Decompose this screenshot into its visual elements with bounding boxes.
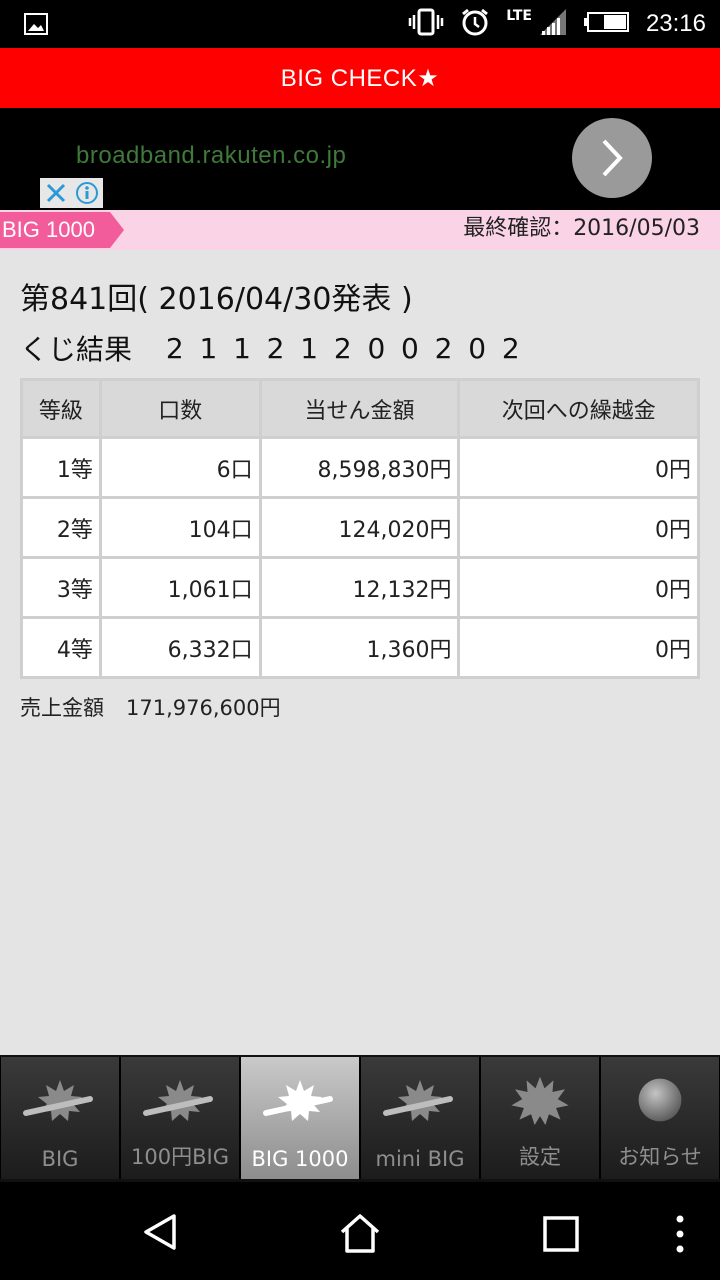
lottery-result: くじ結果 2 1 1 2 1 2 0 0 2 0 2 [20,328,528,368]
tab-label: 100円BIG [131,1145,229,1169]
network-type: LTE [506,8,532,24]
ad-choices[interactable] [40,178,103,208]
tab-big[interactable]: BIG [0,1057,120,1179]
game-type-label: BIG 1000 [0,212,124,248]
starburst-ball-icon [263,1080,333,1121]
cell-winners: 6,332口 [101,619,259,676]
ad-close-icon[interactable] [40,178,71,208]
sales-total: 売上金額 171,976,600円 [20,692,281,722]
cell-prize-amount: 8,598,830円 [261,439,458,496]
table-row: 4等 6,332口 1,360円 0円 [23,619,697,676]
signal-icon [538,8,568,40]
tab-label: mini BIG [375,1147,465,1171]
system-nav-bar [0,1182,720,1280]
chevron-right-icon [602,139,623,177]
cell-grade: 1等 [23,439,99,496]
cell-carryover: 0円 [460,559,697,616]
sales-value: 171,976,600円 [126,696,281,720]
ad-url[interactable]: broadband.rakuten.co.jp [76,142,346,170]
tab-notices[interactable]: お知らせ [600,1057,720,1179]
cell-grade: 2等 [23,499,99,556]
ad-open-button[interactable] [572,118,652,198]
result-number: 0 [401,331,419,365]
cell-prize-amount: 124,020円 [261,499,458,556]
starburst-ball-icon [383,1080,453,1121]
header-carryover: 次回への繰越金 [460,381,697,436]
tab-big-1000[interactable]: BIG 1000 [240,1057,360,1179]
header-winners: 口数 [101,381,259,436]
result-number: 2 [434,331,453,365]
header-grade: 等級 [23,381,99,436]
draw-title: 第841回( 2016/04/30発表 ) [20,282,413,317]
table-row: 1等 6口 8,598,830円 0円 [23,439,697,496]
cell-prize-amount: 12,132円 [261,559,458,616]
tab-100yen-big[interactable]: 100円BIG [120,1057,240,1179]
image-notification-icon [24,12,48,40]
recents-icon[interactable] [543,1216,579,1256]
tab-settings[interactable]: 設定 [480,1057,600,1179]
result-number: 1 [199,331,218,365]
ball-icon [638,1078,682,1122]
ad-banner[interactable]: broadband.rakuten.co.jp [0,108,720,210]
alarm-icon [460,7,490,41]
cell-grade: 4等 [23,619,99,676]
tab-label: BIG [41,1147,79,1171]
cell-winners: 6口 [101,439,259,496]
result-number: 2 [333,331,352,365]
result-number: 0 [367,331,386,365]
back-icon[interactable] [140,1212,180,1256]
table-row: 3等 1,061口 12,132円 0円 [23,559,697,616]
status-bar: LTE 23:16 [0,0,720,48]
tab-label: 設定 [519,1145,561,1169]
vibrate-icon [408,8,444,40]
starburst-ball-icon [23,1080,93,1121]
more-icon[interactable] [674,1214,686,1258]
tab-label: お知らせ [618,1145,702,1169]
clock: 23:16 [645,10,706,37]
result-number: 2 [165,331,184,365]
app-title: BIG CHECK★ [280,64,440,92]
cell-grade: 3等 [23,559,99,616]
battery-icon [583,11,630,37]
result-number: 1 [300,331,319,365]
app-title-bar: BIG CHECK★ [0,48,720,108]
cell-winners: 1,061口 [101,559,259,616]
header-prize-amount: 当せん金額 [261,381,458,436]
result-number: 0 [468,331,487,365]
cell-carryover: 0円 [460,439,697,496]
table-header-row: 等級 口数 当せん金額 次回への繰越金 [23,381,697,436]
starburst-icon [511,1076,569,1125]
result-label: くじ結果 [20,333,133,366]
tab-mini-big[interactable]: mini BIG [360,1057,480,1179]
last-checked-date: 最終確認：2016/05/03 [463,216,700,241]
cell-winners: 104口 [101,499,259,556]
result-numbers: 2 1 1 2 1 2 0 0 2 0 2 [158,332,528,365]
tab-label: BIG 1000 [251,1147,349,1171]
result-number: 2 [501,331,520,365]
starburst-ball-icon [143,1080,213,1121]
sales-label: 売上金額 [20,696,104,720]
sub-header: BIG 1000 最終確認：2016/05/03 [0,210,720,250]
table-row: 2等 104口 124,020円 0円 [23,499,697,556]
ad-info-icon[interactable] [71,178,102,208]
prize-table: 等級 口数 当せん金額 次回への繰越金 1等 6口 8,598,830円 0円 … [20,378,700,679]
result-number: 1 [233,331,251,365]
bottom-tab-bar: BIG 100円BIG BIG 1000 mini BIG 設定 お知らせ [0,1055,720,1182]
result-number: 2 [266,331,285,365]
cell-prize-amount: 1,360円 [261,619,458,676]
cell-carryover: 0円 [460,499,697,556]
cell-carryover: 0円 [460,619,697,676]
home-icon[interactable] [338,1212,382,1258]
